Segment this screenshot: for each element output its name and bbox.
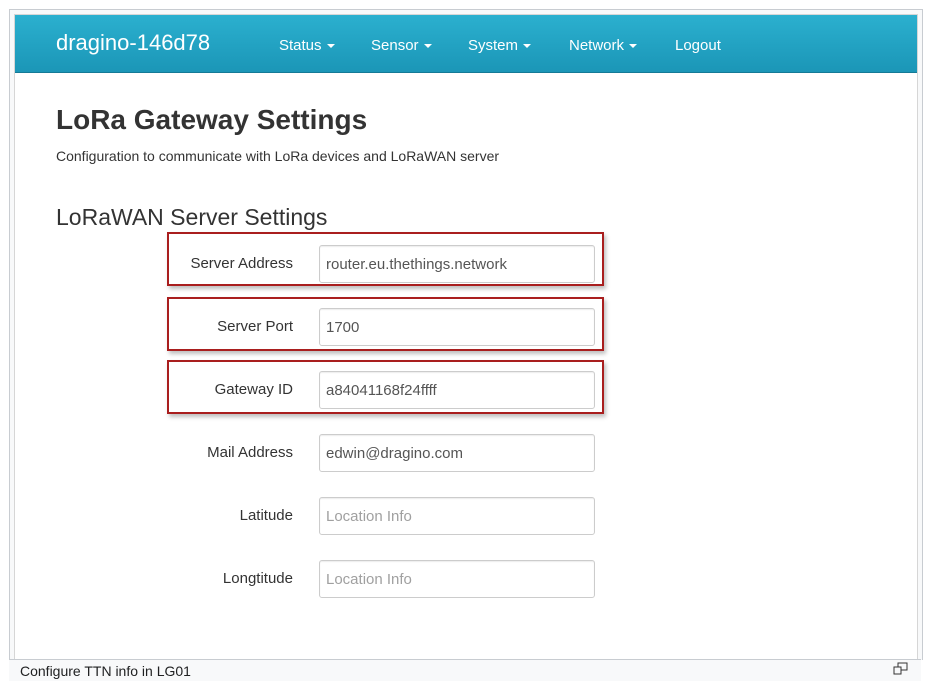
chevron-down-icon — [523, 44, 532, 49]
nav-system[interactable]: System — [468, 37, 532, 55]
nav-logout-label: Logout — [675, 37, 721, 54]
nav-status-label: Status — [279, 37, 322, 54]
chevron-down-icon — [629, 44, 638, 49]
longitude-label: Longtitude — [222, 570, 293, 587]
figure-caption: Configure TTN info in LG01 — [20, 663, 191, 679]
page-title: LoRa Gateway Settings — [56, 104, 368, 135]
nav-logout[interactable]: Logout — [675, 37, 721, 55]
nav-network[interactable]: Network — [569, 37, 638, 55]
magnify-icon[interactable] — [893, 662, 908, 675]
section-title: LoRaWAN Server Settings — [56, 204, 328, 230]
latitude-label: Latitude — [239, 507, 293, 524]
server-address-label: Server Address — [190, 255, 293, 272]
mail-address-label: Mail Address — [207, 444, 293, 461]
nav-sensor-label: Sensor — [371, 37, 419, 54]
server-port-input[interactable] — [319, 308, 595, 346]
longitude-input[interactable] — [319, 560, 595, 598]
nav-status[interactable]: Status — [279, 37, 335, 55]
chevron-down-icon — [423, 44, 432, 49]
gateway-id-input[interactable] — [319, 371, 595, 409]
server-port-label: Server Port — [217, 318, 293, 335]
brand-title[interactable]: dragino-146d78 — [56, 30, 210, 56]
nav-sensor[interactable]: Sensor — [371, 37, 432, 55]
mail-address-input[interactable] — [319, 434, 595, 472]
nav-system-label: System — [468, 37, 519, 54]
navbar: dragino-146d78 Status Sensor System Netw… — [15, 15, 917, 73]
page-description: Configuration to communicate with LoRa d… — [56, 148, 500, 164]
gateway-id-label: Gateway ID — [214, 381, 293, 398]
screenshot-panel: dragino-146d78 Status Sensor System Netw… — [14, 14, 918, 660]
nav-network-label: Network — [569, 37, 625, 54]
chevron-down-icon — [326, 44, 335, 49]
server-address-input[interactable] — [319, 245, 595, 283]
latitude-input[interactable] — [319, 497, 595, 535]
